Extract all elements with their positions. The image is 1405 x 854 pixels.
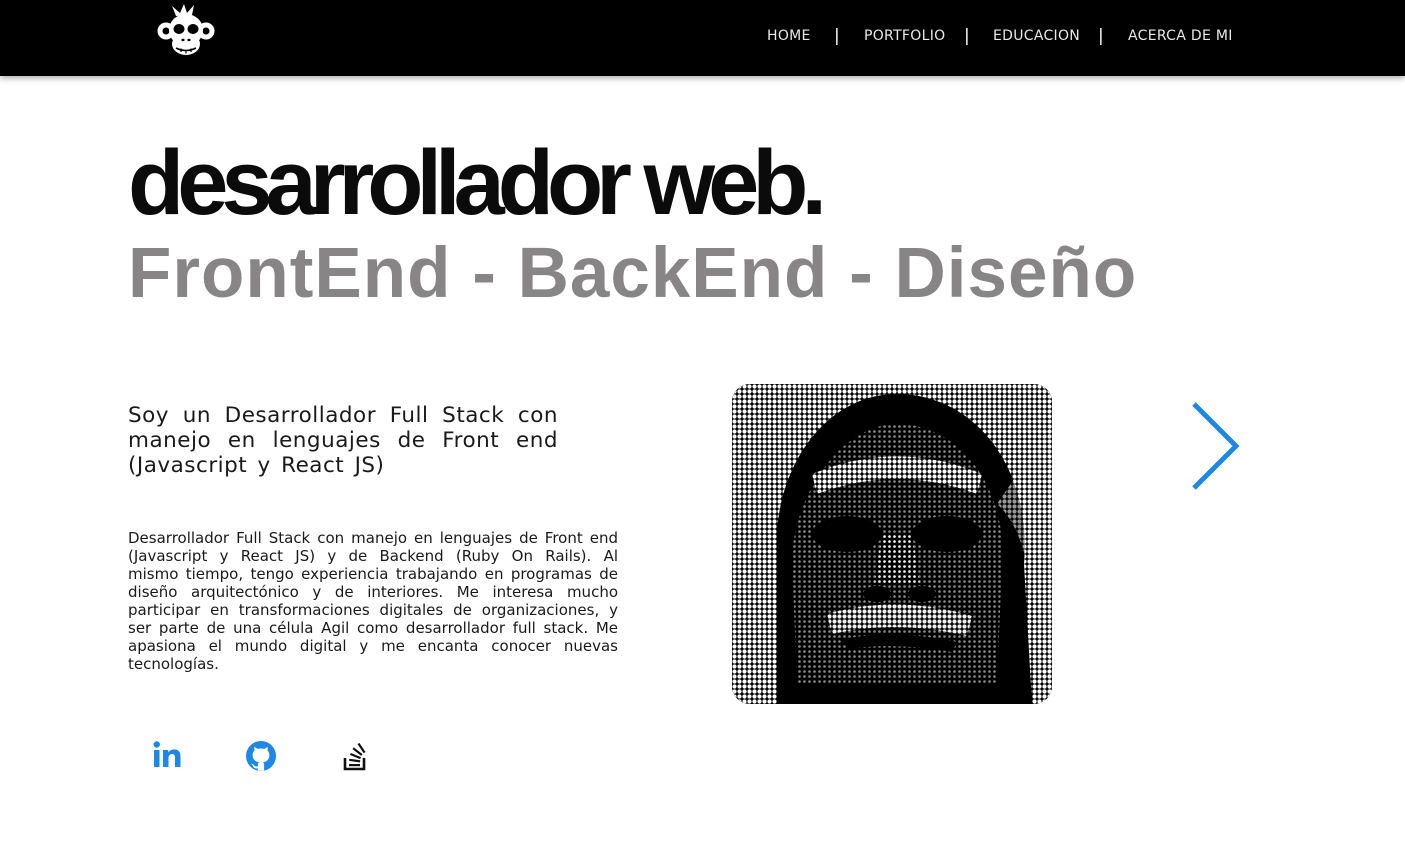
stackoverflow-icon[interactable] (337, 738, 373, 774)
hero-headline: desarrollador web. (128, 132, 827, 234)
main-navigation: HOME | PORTFOLIO | EDUCACION | ACERCA DE… (0, 26, 1405, 48)
linkedin-icon[interactable] (149, 738, 185, 774)
nav-link-home[interactable]: HOME (767, 26, 811, 46)
github-icon[interactable] (243, 738, 279, 774)
profile-photo (732, 384, 1052, 704)
nav-link-acerca-de-mi[interactable]: ACERCA DE MI (1128, 26, 1233, 46)
nav-separator: | (834, 26, 840, 46)
nav-separator: | (1098, 26, 1104, 46)
intro-paragraph: Soy un Desarrollador Full Stack con mane… (128, 403, 558, 478)
top-navbar: HOME | PORTFOLIO | EDUCACION | ACERCA DE… (0, 0, 1405, 76)
next-slide-chevron-right-icon[interactable] (1182, 398, 1248, 496)
bio-paragraph: Desarrollador Full Stack con manejo en l… (128, 529, 618, 673)
hero-subheadline: FrontEnd - BackEnd - Diseño (128, 234, 1138, 313)
nav-link-portfolio[interactable]: PORTFOLIO (864, 26, 945, 46)
nav-separator: | (964, 26, 970, 46)
nav-link-educacion[interactable]: EDUCACION (993, 26, 1080, 46)
